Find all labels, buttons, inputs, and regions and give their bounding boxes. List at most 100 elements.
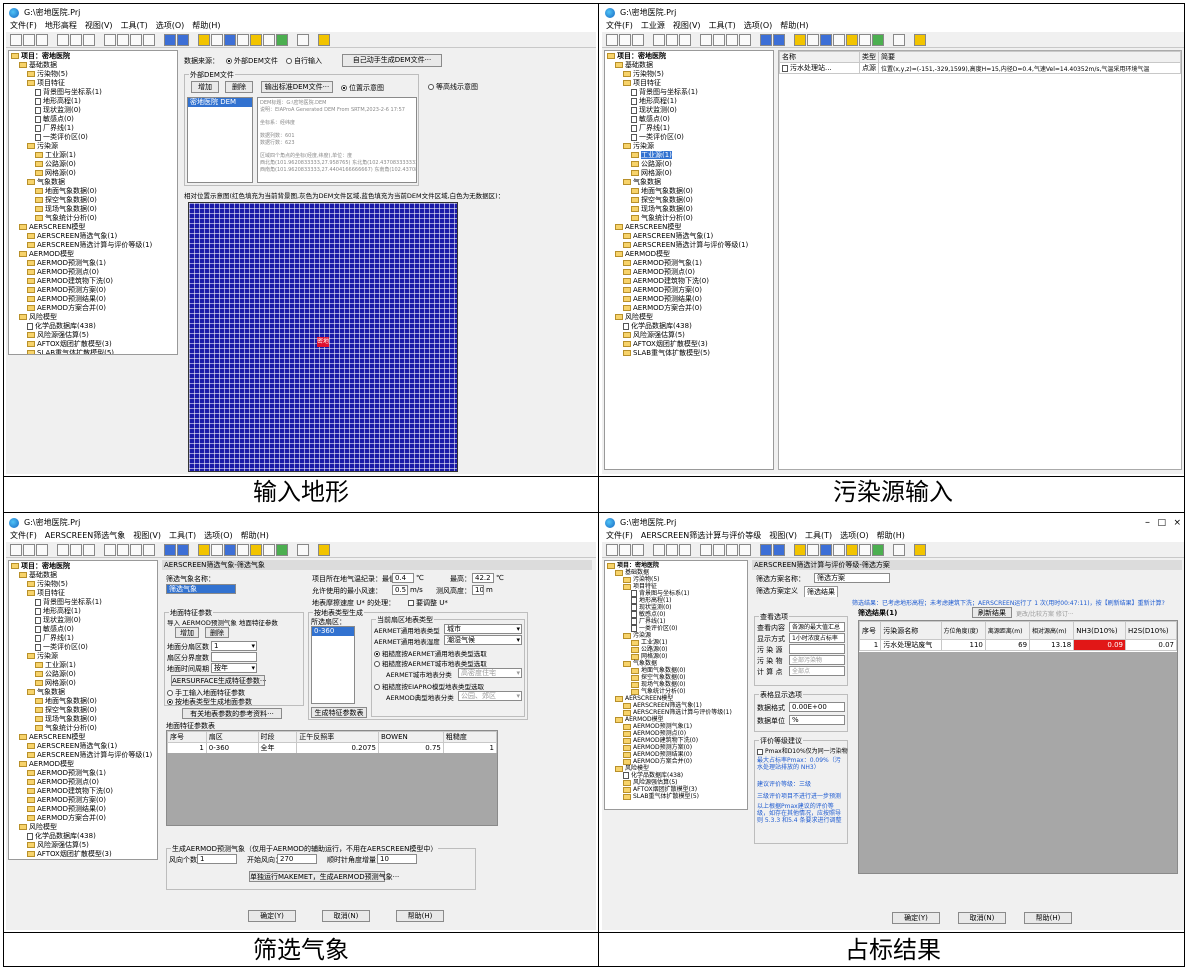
export-icon[interactable] bbox=[318, 544, 330, 556]
results-table[interactable]: 序号 污染源名称 方位角度(度) 离源距离(m) 相对源高(m) NH3(D10%) H2S… bbox=[858, 620, 1178, 874]
tree-node[interactable]: 气象数据 bbox=[11, 688, 155, 697]
tree-node[interactable]: 探空气象数据(0) bbox=[11, 706, 155, 715]
tree-node[interactable]: AERSCREEN筛选计算与评价等级(1) bbox=[607, 241, 771, 250]
export-icon[interactable] bbox=[914, 544, 926, 556]
aermet-wet-select[interactable]: 潮湿气候 ▾ bbox=[444, 635, 522, 645]
cut-icon[interactable] bbox=[653, 34, 665, 46]
tree-node[interactable]: 污染源 bbox=[607, 142, 771, 151]
tree-node[interactable]: 气象数据 bbox=[607, 178, 771, 187]
cancel-button[interactable]: 取消(N) bbox=[958, 912, 1006, 924]
new-icon[interactable] bbox=[10, 544, 22, 556]
tree-node[interactable]: 背景图与坐标系(1) bbox=[607, 590, 745, 597]
cancel-button[interactable]: 取消(N) bbox=[322, 910, 370, 922]
export-icon[interactable] bbox=[318, 34, 330, 46]
add-surface-button[interactable]: 增加 bbox=[175, 627, 199, 638]
tree-node[interactable]: 网格源(0) bbox=[11, 169, 175, 178]
start-dir-input[interactable]: 270 bbox=[277, 854, 317, 864]
menu-tools[interactable]: 工具(T) bbox=[709, 21, 736, 30]
tree-node[interactable]: 现场气象数据(0) bbox=[607, 205, 771, 214]
tree-node[interactable]: AERSCREEN模型 bbox=[11, 733, 155, 742]
map-icon[interactable] bbox=[276, 34, 288, 46]
menu-terrain[interactable]: 地形高程 bbox=[45, 21, 77, 30]
pollution-source-select[interactable] bbox=[789, 644, 845, 654]
tree-node[interactable]: AERMOD建筑物下洗(0) bbox=[607, 277, 771, 286]
tree-node[interactable]: AERSCREEN模型 bbox=[607, 695, 745, 702]
zoom-in-icon[interactable] bbox=[700, 34, 712, 46]
tree-node[interactable]: AERSCREEN筛选气象(1) bbox=[11, 742, 155, 751]
pollutant-select[interactable]: 全部污染物 bbox=[789, 655, 845, 665]
adjust-u-checkbox[interactable]: 要调整 U* bbox=[408, 598, 448, 608]
cut-icon[interactable] bbox=[653, 544, 665, 556]
tree-node[interactable]: 气象统计分析(0) bbox=[11, 214, 175, 223]
zoom-out-icon[interactable] bbox=[713, 34, 725, 46]
tree-node[interactable]: 地面气象数据(0) bbox=[11, 187, 175, 196]
tree-node[interactable]: 污染源 bbox=[11, 142, 175, 151]
paste-icon[interactable] bbox=[679, 34, 691, 46]
bar-chart-icon[interactable] bbox=[794, 34, 806, 46]
tree-node[interactable]: 项目特征 bbox=[607, 583, 745, 590]
tab-screen-results[interactable]: 筛选结果 bbox=[804, 586, 838, 597]
tree-node[interactable]: 现场气象数据(0) bbox=[607, 681, 745, 688]
line-chart-icon[interactable] bbox=[807, 544, 819, 556]
tree-node[interactable]: 气象统计分析(0) bbox=[607, 214, 771, 223]
compare-scheme-link[interactable]: 更改/比较方案 修订··· bbox=[1016, 609, 1074, 618]
menu-view[interactable]: 视图(V) bbox=[769, 531, 797, 540]
menu-options[interactable]: 选项(O) bbox=[744, 21, 773, 30]
tree-node[interactable]: 网格源(0) bbox=[11, 679, 155, 688]
tree-node[interactable]: 厂界线(1) bbox=[607, 124, 771, 133]
sector-item[interactable]: 0-360 bbox=[312, 627, 354, 636]
tree-node[interactable]: 化学品数据库(438) bbox=[607, 322, 771, 331]
run-icon[interactable] bbox=[760, 544, 772, 556]
image-icon[interactable] bbox=[859, 544, 871, 556]
tree-node[interactable]: 探空气象数据(0) bbox=[607, 674, 745, 681]
tree-node[interactable]: 污染物(5) bbox=[11, 580, 155, 589]
tree-node[interactable]: 气象统计分析(0) bbox=[607, 688, 745, 695]
table-row[interactable]: 1 污水处理站废气 110 69 13.18 0.09 0.07 bbox=[859, 639, 1177, 651]
ok-button[interactable]: 确定(Y) bbox=[892, 912, 940, 924]
tree-node[interactable]: AERMOD预测气象(1) bbox=[607, 259, 771, 268]
tree-node[interactable]: AERMOD方案合并(0) bbox=[11, 814, 155, 823]
help-icon[interactable] bbox=[250, 544, 262, 556]
tree-node[interactable]: 项目：密地医院 bbox=[607, 562, 745, 569]
map-icon[interactable] bbox=[872, 34, 884, 46]
cut-icon[interactable] bbox=[57, 544, 69, 556]
zoom-in-icon[interactable] bbox=[700, 544, 712, 556]
radio-position-map[interactable]: 位置示意图 bbox=[341, 83, 384, 93]
tree-node[interactable]: AERMOD预测方案(0) bbox=[607, 744, 745, 751]
tree-node[interactable]: AERMOD方案合并(0) bbox=[11, 304, 175, 313]
menu-view[interactable]: 视图(V) bbox=[133, 531, 161, 540]
tree-node[interactable]: AERSCREEN筛选气象(1) bbox=[607, 232, 771, 241]
tree-node[interactable]: AERMOD预测结果(0) bbox=[607, 751, 745, 758]
tree-node[interactable]: 网格源(0) bbox=[607, 169, 771, 178]
paste-icon[interactable] bbox=[83, 544, 95, 556]
zoom-window-icon[interactable] bbox=[726, 544, 738, 556]
menu-options[interactable]: 选项(O) bbox=[840, 531, 869, 540]
zoom-in-icon[interactable] bbox=[104, 34, 116, 46]
tree-node[interactable]: 地形高程(1) bbox=[607, 97, 771, 106]
compute-point-select[interactable]: 全部点 bbox=[789, 666, 845, 676]
tree-node[interactable]: 现状监测(0) bbox=[607, 106, 771, 115]
table-row[interactable]: 污水处理站... 点源 位置(x,y,z)=(-151,-329,1599),高度H… bbox=[779, 62, 1181, 74]
tree-node[interactable]: 气象统计分析(0) bbox=[11, 724, 155, 733]
table-icon[interactable] bbox=[224, 544, 236, 556]
tree-node[interactable]: 风险源强估算(5) bbox=[11, 331, 175, 340]
wind-dir-count-input[interactable]: 1 bbox=[197, 854, 237, 864]
menu-aerscreen-met[interactable]: AERSCREEN筛选气象 bbox=[45, 531, 125, 540]
tree-node[interactable]: AERMOD建筑物下洗(0) bbox=[11, 787, 155, 796]
copy-icon[interactable] bbox=[666, 34, 678, 46]
close-icon[interactable] bbox=[632, 34, 644, 46]
wind-min-input[interactable]: 0.5 bbox=[392, 585, 408, 595]
radio-custom-input[interactable]: 自行输入 bbox=[286, 56, 322, 66]
scheme-name-input[interactable]: 筛选方案 bbox=[814, 573, 890, 583]
tree-node[interactable]: SLAB重气体扩散模型(5) bbox=[607, 793, 745, 800]
tree-node[interactable]: 现状监测(0) bbox=[607, 604, 745, 611]
tree-node[interactable]: 基础数据 bbox=[11, 61, 175, 70]
tree-node[interactable]: 污染物(5) bbox=[607, 576, 745, 583]
tree-node[interactable]: 化学品数据库(438) bbox=[607, 772, 745, 779]
zoom-all-icon[interactable] bbox=[739, 34, 751, 46]
col-name[interactable]: 名称 bbox=[779, 51, 860, 63]
radio-roughness-eiapro-dot[interactable] bbox=[374, 684, 380, 690]
tree-node[interactable]: 风险模型 bbox=[607, 765, 745, 772]
tree-node[interactable]: 化学品数据库(438) bbox=[11, 322, 175, 331]
menu-view[interactable]: 视图(V) bbox=[673, 21, 701, 30]
